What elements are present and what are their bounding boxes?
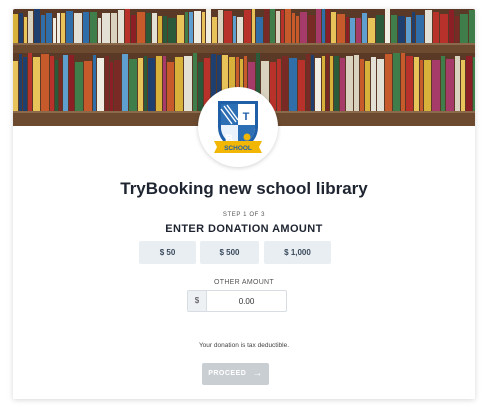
page-title: TryBooking new school library: [120, 179, 368, 198]
crest-ribbon-text: SCHOOL: [224, 145, 252, 152]
step-indicator: STEP 1 OF 3: [222, 212, 266, 218]
proceed-button[interactable]: PROCEED →: [202, 363, 269, 385]
crest-letter-t: T: [243, 111, 250, 123]
proceed-label: PROCEED: [208, 370, 247, 377]
other-amount-input[interactable]: [207, 291, 286, 311]
school-logo: T B SCHOOL: [198, 87, 278, 167]
amount-1000-button[interactable]: $ 1,000: [264, 241, 331, 264]
currency-symbol: $: [188, 291, 207, 311]
section-heading: ENTER DONATION AMOUNT: [165, 223, 323, 235]
tax-deductible-note: Your donation is tax deductible.: [198, 342, 290, 349]
amount-500-button[interactable]: $ 500: [200, 241, 259, 264]
other-amount-field: $: [187, 290, 287, 312]
amount-50-button[interactable]: $ 50: [139, 241, 196, 264]
arrow-right-icon: →: [252, 368, 263, 379]
school-crest-icon: T B SCHOOL: [214, 101, 262, 153]
other-amount-label: OTHER AMOUNT: [214, 279, 274, 286]
donation-card: T B SCHOOL TryBooking new school library…: [13, 9, 475, 399]
